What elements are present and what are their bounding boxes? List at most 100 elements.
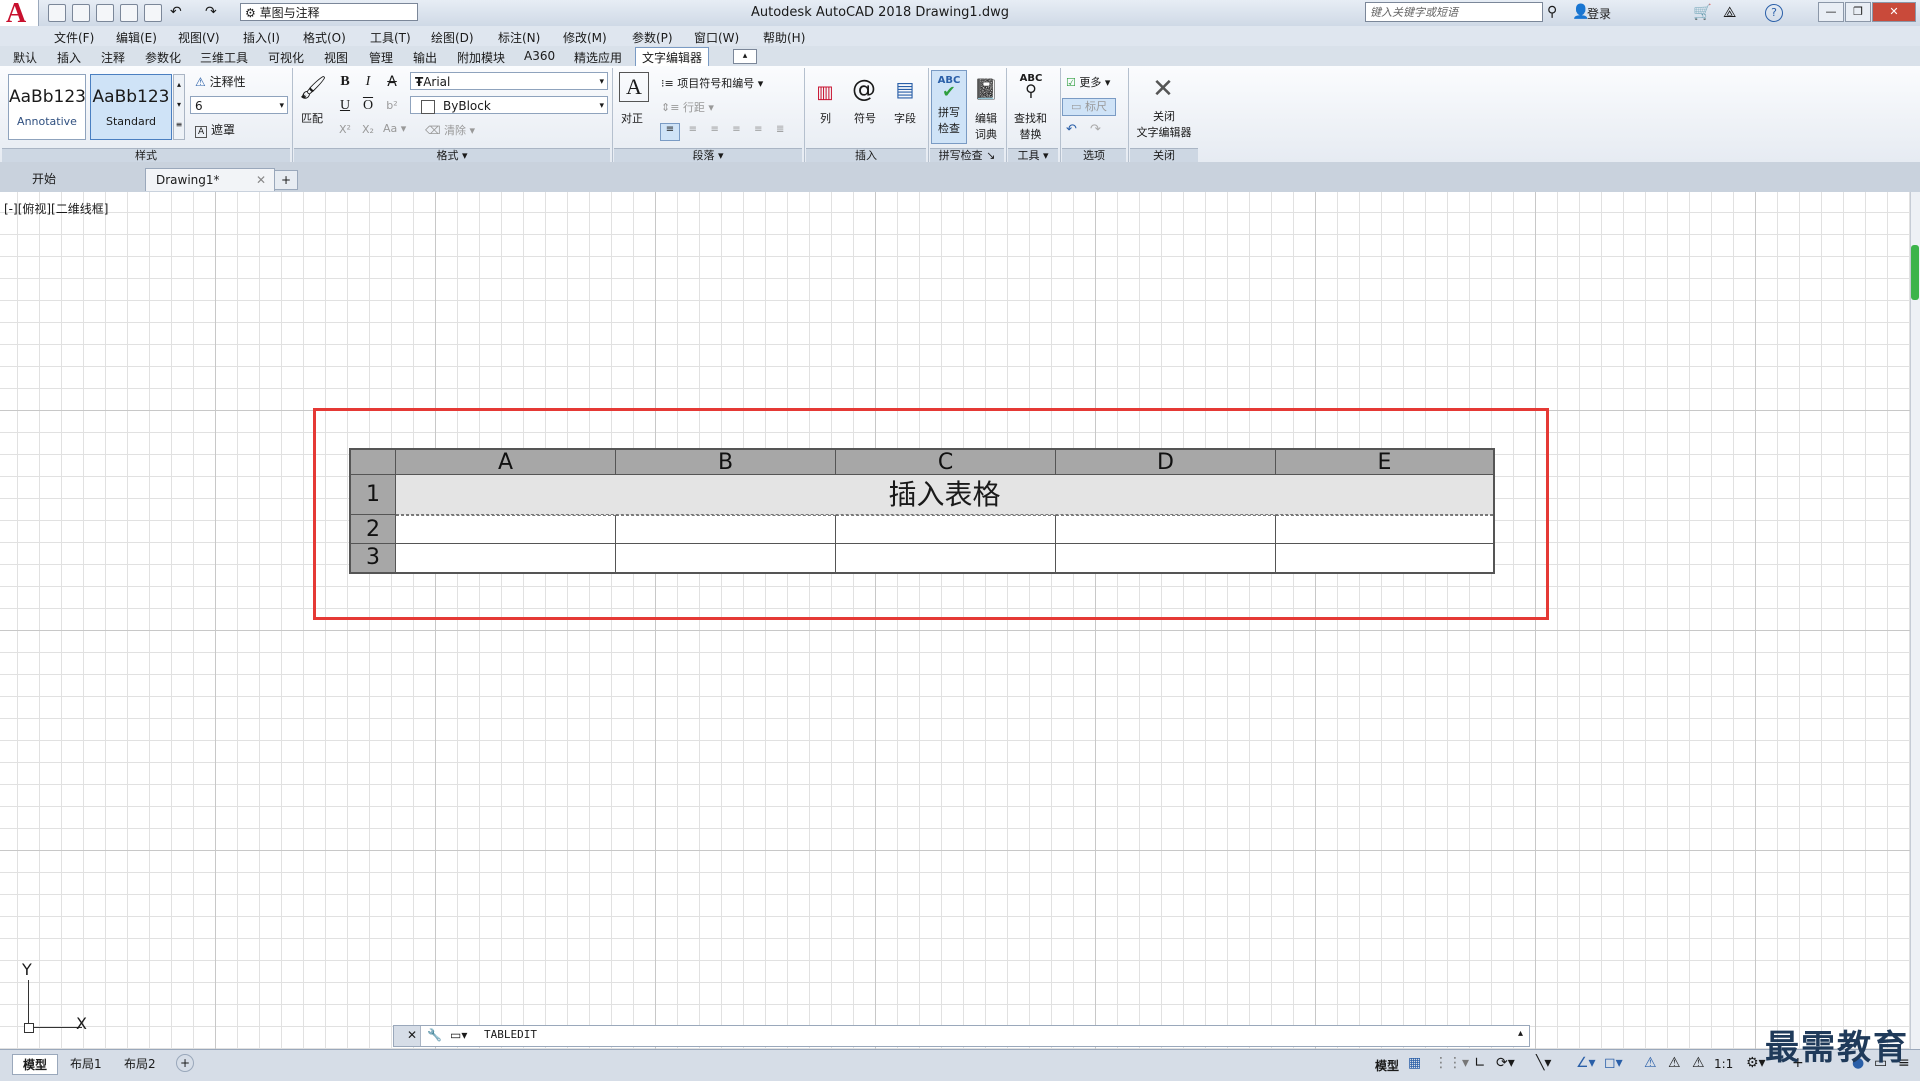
tab-default[interactable]: 默认 xyxy=(13,49,37,66)
column-header-a[interactable]: A xyxy=(396,450,616,475)
menu-parametric[interactable]: 参数(P) xyxy=(632,29,673,46)
symbol-at-icon[interactable]: @ xyxy=(847,72,881,106)
text-height-input[interactable]: 6 ▾ xyxy=(190,96,288,114)
font-select[interactable]: ŦArial ▾ xyxy=(410,72,608,90)
close-command-icon[interactable]: ✕ xyxy=(407,1028,417,1042)
ribbon-minimize-icon[interactable]: ▴ xyxy=(733,49,757,64)
annotation-scale-icon[interactable]: ⚠ xyxy=(1692,1055,1705,1071)
isodraft-icon[interactable]: ╲▾ xyxy=(1536,1055,1551,1071)
mask-button[interactable]: A 遮罩 xyxy=(195,121,235,138)
close-window-button[interactable]: ✕ xyxy=(1872,2,1916,22)
tab-annotate[interactable]: 注释 xyxy=(101,49,125,66)
viewport-controls[interactable]: [-][俯视][二维线框] xyxy=(4,200,108,217)
polar-icon[interactable]: ⟳▾ xyxy=(1496,1055,1515,1071)
menu-draw[interactable]: 绘图(D) xyxy=(431,29,474,46)
workspace-select[interactable]: ⚙ 草图与注释 xyxy=(240,3,418,21)
subscript-x-icon[interactable]: X² xyxy=(334,119,356,141)
help-icon[interactable]: ? xyxy=(1765,4,1783,22)
grid-icon[interactable]: ▦ xyxy=(1408,1055,1421,1071)
close-text-editor-button[interactable]: 关闭 文字编辑器 xyxy=(1132,108,1196,140)
drawing-canvas[interactable]: [-][俯视][二维线框] xyxy=(0,192,1910,1049)
column-header-b[interactable]: B xyxy=(616,450,836,475)
model-space-button[interactable]: 模型 xyxy=(1375,1057,1399,1074)
distribute-align-icon[interactable]: ≡ xyxy=(749,124,767,140)
menu-dimension[interactable]: 标注(N) xyxy=(498,29,540,46)
row-header-2[interactable]: 2 xyxy=(351,515,396,544)
subscript-icon[interactable]: X₂ xyxy=(357,119,379,141)
color-select[interactable]: ByBlock ▾ xyxy=(410,96,608,114)
menu-format[interactable]: 格式(O) xyxy=(303,29,346,46)
tab-insert[interactable]: 插入 xyxy=(57,49,81,66)
tab-output[interactable]: 输出 xyxy=(413,49,437,66)
close-tab-icon[interactable]: ✕ xyxy=(256,169,266,191)
login-button[interactable]: 登录 xyxy=(1587,5,1611,22)
search-input[interactable]: 键入关键字或短语 xyxy=(1365,2,1543,22)
redo-text-icon[interactable]: ↷ xyxy=(1090,122,1101,137)
column-header-c[interactable]: C xyxy=(836,450,1056,475)
object-snap-tracking-icon[interactable]: ∠▾ xyxy=(1576,1055,1596,1071)
table-cell[interactable] xyxy=(1056,544,1276,572)
tab-addins[interactable]: 附加模块 xyxy=(457,49,505,66)
table-cell[interactable] xyxy=(396,544,616,572)
auto-scale-icon[interactable]: ⚠ xyxy=(1668,1055,1681,1071)
table-cell[interactable] xyxy=(836,515,1056,544)
spell-check-button[interactable]: ABC ✔ 拼写 检查 xyxy=(931,70,967,144)
find-replace-icon[interactable]: ABC ⚲ xyxy=(1015,73,1047,103)
tab-start[interactable]: 开始 xyxy=(8,168,162,190)
menu-window[interactable]: 窗口(W) xyxy=(694,29,739,46)
column-header-d[interactable]: D xyxy=(1056,450,1276,475)
snap-icon[interactable]: ⋮⋮▾ xyxy=(1434,1055,1469,1071)
redo-icon[interactable]: ↷ xyxy=(205,4,217,20)
bold-button[interactable]: B xyxy=(334,71,356,93)
table-title-cell[interactable]: 插入表格 xyxy=(396,475,1493,515)
add-layout-button[interactable]: + xyxy=(176,1054,194,1072)
menu-tools[interactable]: 工具(T) xyxy=(370,29,411,46)
justify-align-icon[interactable]: ≡ xyxy=(727,124,745,140)
save-as-icon[interactable] xyxy=(120,4,138,22)
vertical-scrollbar[interactable] xyxy=(1910,192,1920,1049)
table-cell[interactable] xyxy=(616,544,836,572)
tab-manage[interactable]: 管理 xyxy=(369,49,393,66)
maximize-button[interactable]: ❐ xyxy=(1845,2,1871,22)
table-cell[interactable] xyxy=(1056,515,1276,544)
table-cell[interactable] xyxy=(1276,544,1493,572)
menu-edit[interactable]: 编辑(E) xyxy=(116,29,157,46)
table-cell[interactable] xyxy=(1276,515,1493,544)
minimize-button[interactable]: — xyxy=(1818,2,1844,22)
layout-tab-model[interactable]: 模型 xyxy=(12,1054,59,1075)
clear-button[interactable]: ⌫ 清除 ▾ xyxy=(425,122,475,138)
navigation-bar-handle[interactable] xyxy=(1911,245,1919,300)
workspace-switch-icon[interactable]: ⚙▾ xyxy=(1746,1055,1766,1071)
line-spacing-button[interactable]: ⇕≡ 行距 ▾ xyxy=(661,99,714,115)
object-snap-icon[interactable]: ◻▾ xyxy=(1604,1055,1623,1071)
column-header-e[interactable]: E xyxy=(1276,450,1493,475)
style-annotative[interactable]: AaBb123 Annotative xyxy=(8,74,86,140)
command-history-icon[interactable]: ▴ xyxy=(1518,1028,1523,1039)
strikethrough-button[interactable]: A xyxy=(381,71,403,93)
tab-parametric[interactable]: 参数化 xyxy=(145,49,181,66)
ruler-toggle[interactable]: ▭ 标尺 xyxy=(1062,98,1116,116)
find-replace-button[interactable]: 查找和 替换 xyxy=(1014,110,1047,142)
drawing-table[interactable]: A B C D E 1 2 3 插入表格 xyxy=(349,448,1495,574)
style-scroll-icon[interactable]: ▴ ▾ ≡ xyxy=(173,74,185,140)
tab-drawing1[interactable]: Drawing1* ✕ xyxy=(145,168,275,191)
menu-modify[interactable]: 修改(M) xyxy=(563,29,607,46)
undo-text-icon[interactable]: ↶ xyxy=(1066,122,1077,137)
wrench-icon[interactable]: 🔧 xyxy=(427,1028,442,1042)
undo-icon[interactable]: ↶ xyxy=(170,4,182,20)
menu-view[interactable]: 视图(V) xyxy=(178,29,220,46)
annotative-toggle[interactable]: ⚠ 注释性 xyxy=(195,73,246,90)
row-header-3[interactable]: 3 xyxy=(351,544,396,572)
layout-tab-2[interactable]: 布局2 xyxy=(124,1055,156,1072)
more-options-button[interactable]: ☑ 更多 ▾ xyxy=(1066,74,1110,90)
tab-visualize[interactable]: 可视化 xyxy=(268,49,304,66)
overline-button[interactable]: O xyxy=(357,95,379,117)
new-file-icon[interactable] xyxy=(48,4,66,22)
menu-file[interactable]: 文件(F) xyxy=(54,29,94,46)
row-header-1[interactable]: 1 xyxy=(351,475,396,515)
binoculars-icon[interactable]: ⚲ xyxy=(1547,4,1557,20)
columns-icon[interactable]: ▥ xyxy=(808,76,842,110)
annotation-scale-value[interactable]: 1:1 xyxy=(1714,1057,1733,1071)
bullets-numbering-button[interactable]: ⁝≡ 项目符号和编号 ▾ xyxy=(661,75,763,91)
menu-help[interactable]: 帮助(H) xyxy=(763,29,805,46)
